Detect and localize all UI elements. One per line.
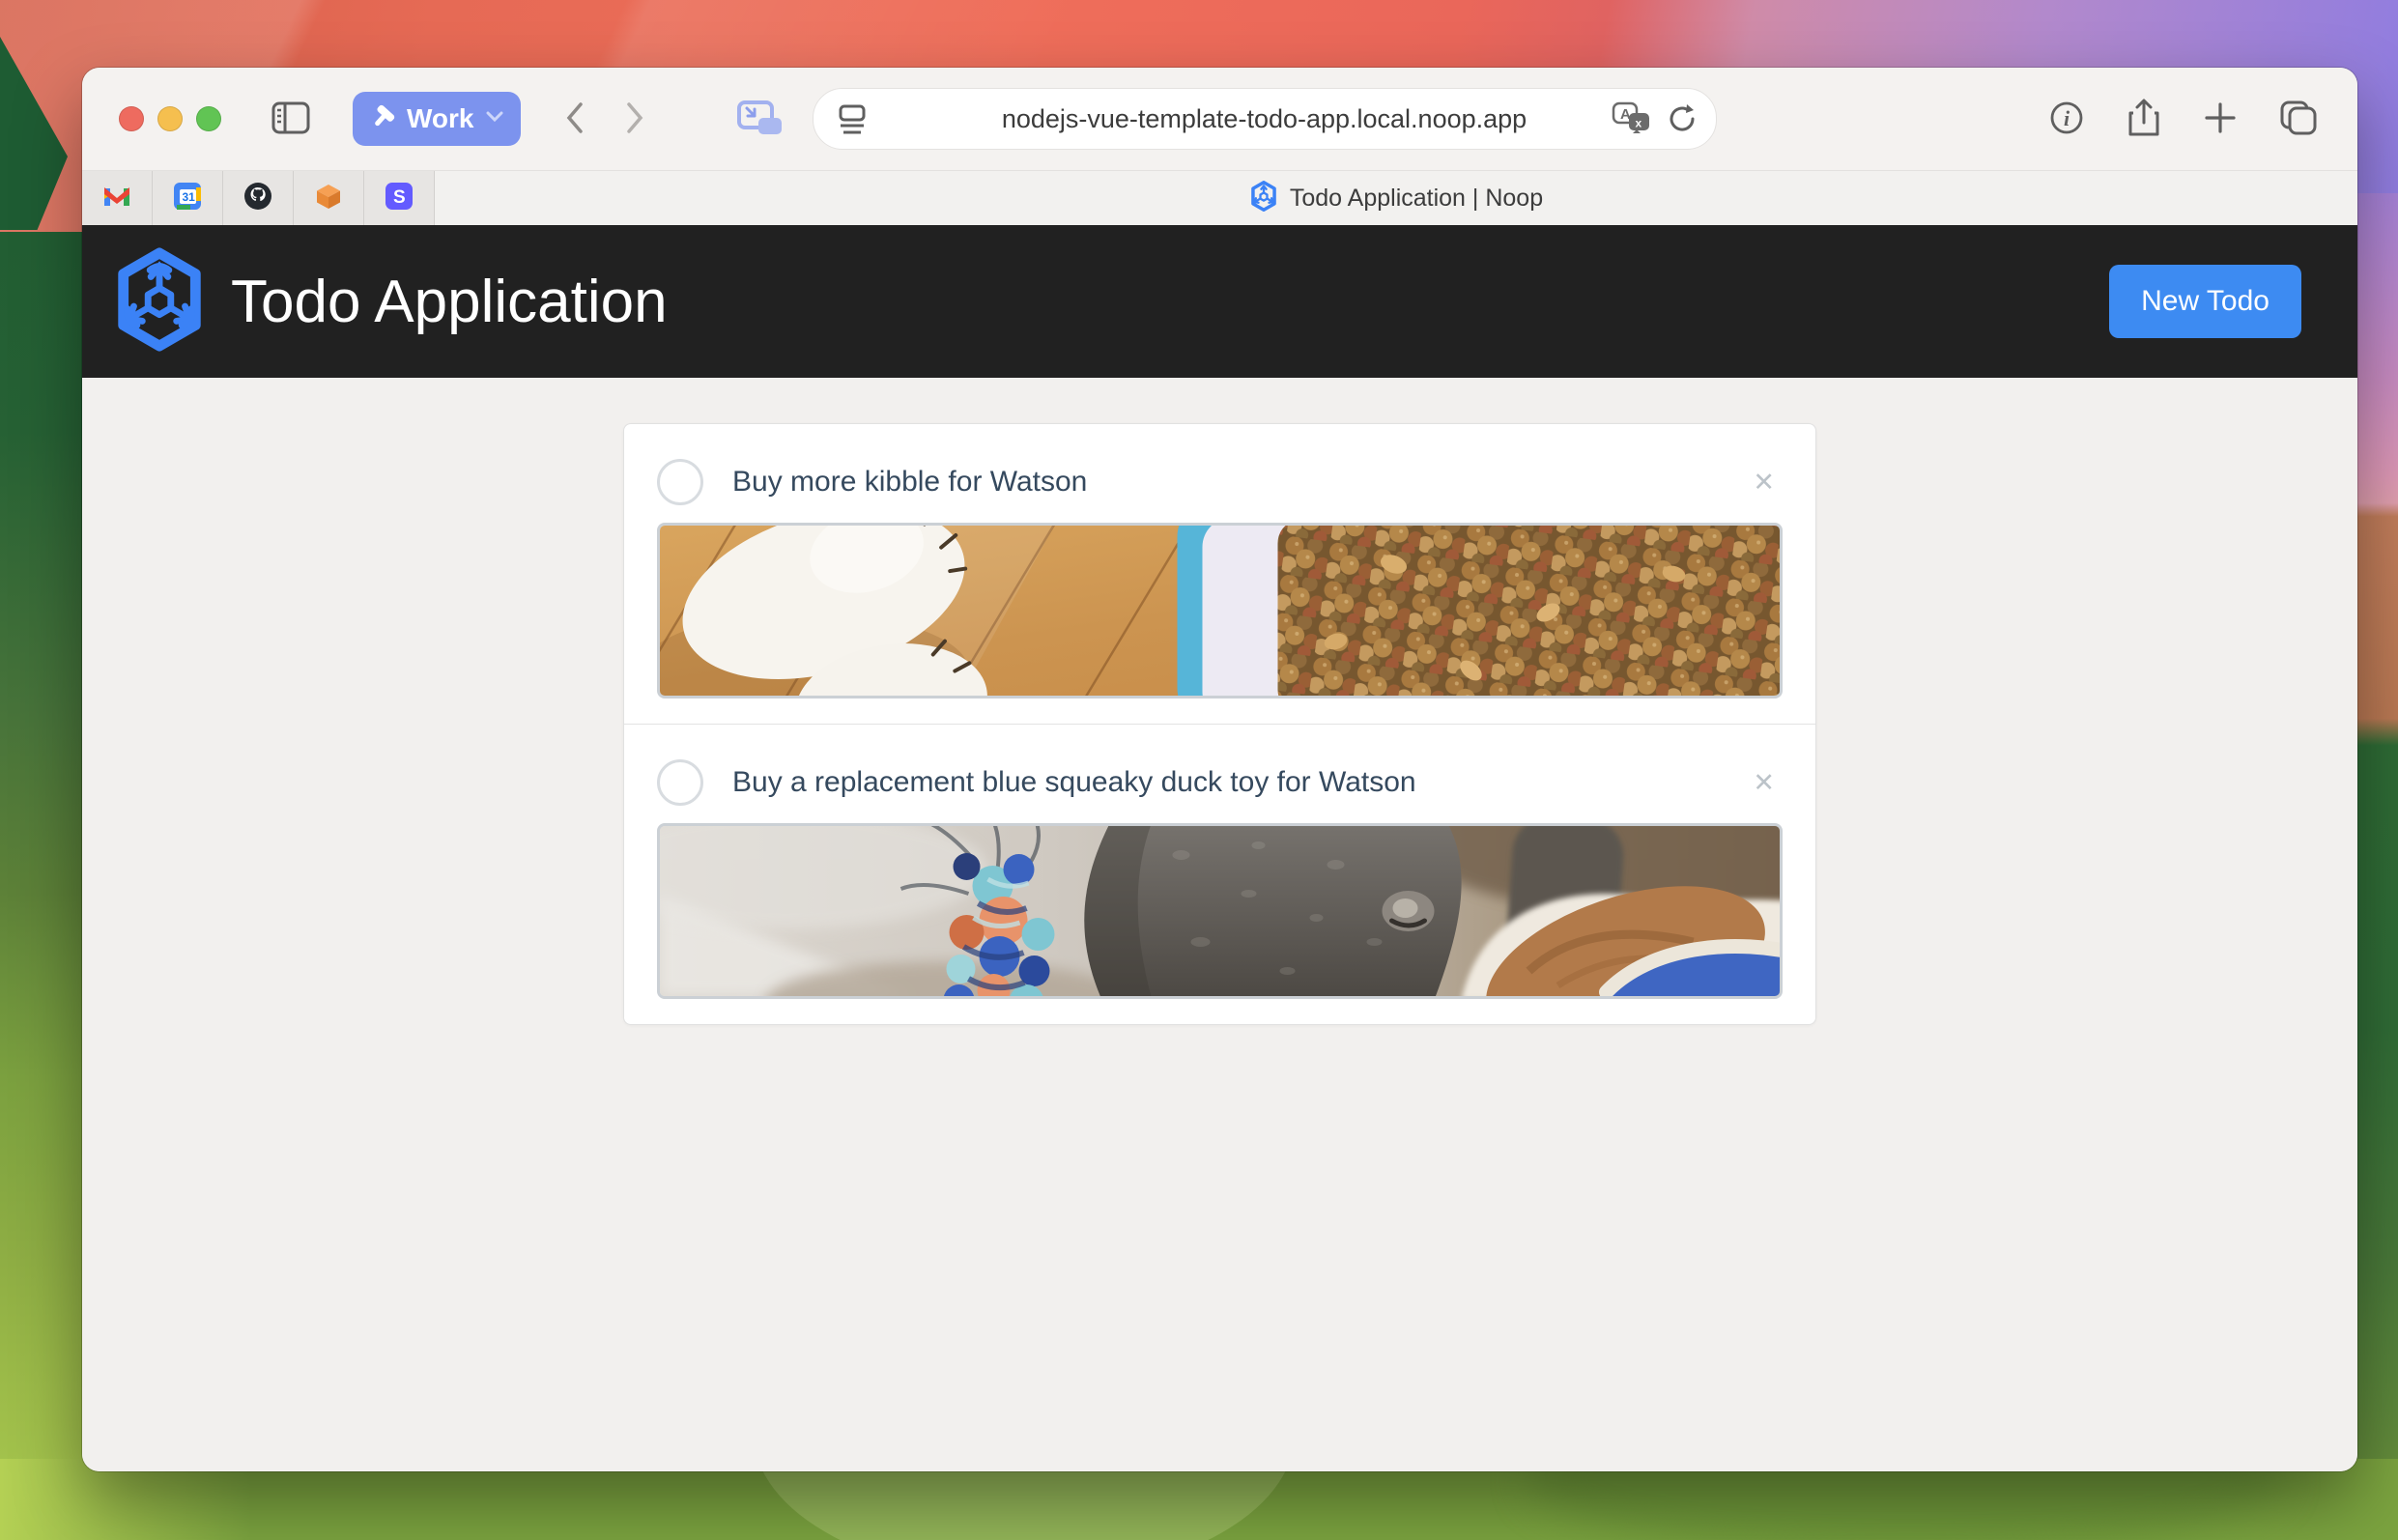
reader-info-button[interactable]: i xyxy=(2048,100,2085,139)
picture-in-picture-button[interactable] xyxy=(737,99,784,140)
chevron-down-icon xyxy=(486,110,503,128)
dog-head xyxy=(1084,826,1461,996)
tab-title: Todo Application | Noop xyxy=(1290,185,1543,213)
browser-toolbar: Work xyxy=(82,68,2357,171)
active-tab[interactable]: Todo Application | Noop xyxy=(435,171,2357,225)
kibble-photo-illustration xyxy=(660,526,1780,696)
profile-switcher[interactable]: Work xyxy=(353,92,521,146)
todo-title: Buy more kibble for Watson xyxy=(732,466,1087,499)
forward-button[interactable] xyxy=(625,101,644,137)
todo-item: Buy more kibble for Watson ✕ xyxy=(624,424,1815,724)
tab-overview-button[interactable] xyxy=(2278,99,2319,140)
favorites-and-tab-bar: 31 S xyxy=(82,171,2357,225)
app-header: Todo Application New Todo xyxy=(82,225,2357,378)
todo-delete-button[interactable]: ✕ xyxy=(1753,770,1775,796)
noop-hexagon-logo xyxy=(111,247,208,356)
back-icon xyxy=(565,101,585,137)
page-title: Todo Application xyxy=(231,268,668,336)
todo-title: Buy a replacement blue squeaky duck toy … xyxy=(732,766,1416,799)
zoom-window-button[interactable] xyxy=(196,106,221,131)
todo-checkbox[interactable] xyxy=(657,459,703,505)
new-todo-button[interactable]: New Todo xyxy=(2109,265,2301,338)
new-tab-icon xyxy=(2203,100,2238,138)
address-bar[interactable]: nodejs-vue-template-todo-app.local.noop.… xyxy=(813,88,1717,150)
package-cube-icon xyxy=(314,182,343,215)
gmail-icon xyxy=(102,184,131,214)
favorite-package[interactable] xyxy=(294,171,364,225)
tab-overview-icon xyxy=(2278,99,2319,140)
info-icon: i xyxy=(2048,100,2085,139)
profile-label: Work xyxy=(407,103,474,134)
dog-eye xyxy=(1383,891,1435,931)
kibble-bowl xyxy=(1178,526,1781,696)
hammer-icon xyxy=(368,102,397,136)
todo-list-card: Buy more kibble for Watson ✕ xyxy=(623,423,1816,1025)
minimize-window-button[interactable] xyxy=(157,106,183,131)
google-calendar-icon: 31 xyxy=(173,182,202,215)
share-button[interactable] xyxy=(2126,98,2162,141)
todo-delete-button[interactable]: ✕ xyxy=(1753,470,1775,496)
page-format-icon[interactable] xyxy=(835,102,870,142)
sidebar-toggle-icon xyxy=(271,101,310,137)
sidebar-toggle-button[interactable] xyxy=(271,101,310,137)
picture-in-picture-icon xyxy=(737,99,784,140)
forward-icon xyxy=(625,101,644,137)
svg-text:S: S xyxy=(393,187,406,208)
favorite-gmail[interactable] xyxy=(82,171,153,225)
todo-photo-kibble xyxy=(657,523,1783,699)
translate-icon[interactable]: Ax xyxy=(1612,100,1652,142)
favorite-google-calendar[interactable]: 31 xyxy=(153,171,223,225)
reload-icon[interactable] xyxy=(1664,100,1700,142)
svg-text:i: i xyxy=(2064,106,2070,130)
url-text: nodejs-vue-template-todo-app.local.noop.… xyxy=(1002,104,1527,134)
desktop: Work xyxy=(0,0,2398,1540)
stripe-icon: S xyxy=(385,182,414,215)
traffic-lights xyxy=(119,106,221,131)
todo-photo-dog-toy xyxy=(657,823,1783,999)
favorite-stripe[interactable]: S xyxy=(364,171,435,225)
noop-hexagon-icon xyxy=(1249,181,1278,216)
todo-checkbox[interactable] xyxy=(657,759,703,806)
close-window-button[interactable] xyxy=(119,106,144,131)
todo-item: Buy a replacement blue squeaky duck toy … xyxy=(624,724,1815,1024)
share-icon xyxy=(2126,98,2162,141)
dog-photo-illustration xyxy=(660,826,1780,996)
favorite-github[interactable] xyxy=(223,171,294,225)
new-tab-button[interactable] xyxy=(2203,100,2238,138)
safari-window: Work xyxy=(82,68,2357,1471)
svg-text:x: x xyxy=(1635,117,1641,130)
svg-text:31: 31 xyxy=(183,190,196,204)
page-content: Buy more kibble for Watson ✕ xyxy=(82,378,2357,1471)
github-icon xyxy=(243,182,272,215)
back-button[interactable] xyxy=(565,101,585,137)
